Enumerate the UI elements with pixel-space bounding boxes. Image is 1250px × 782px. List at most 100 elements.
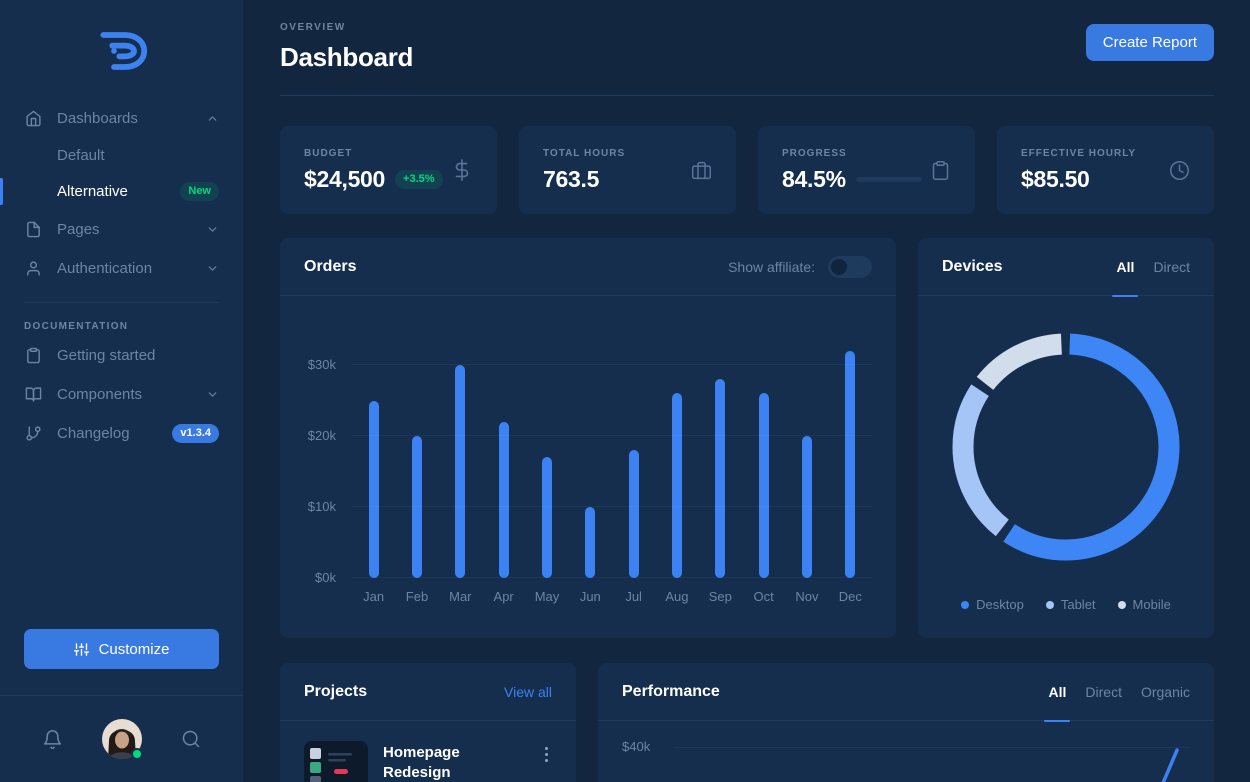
stat-card-total-hours: TOTAL HOURS 763.5 xyxy=(519,126,736,214)
bar[interactable] xyxy=(629,450,639,578)
x-tick-label: Jan xyxy=(352,589,395,604)
devices-legend: Desktop Tablet Mobile xyxy=(918,597,1214,638)
sidebar-item-getting-started[interactable]: Getting started xyxy=(0,336,243,375)
search-icon[interactable] xyxy=(181,729,201,749)
chevron-up-icon xyxy=(206,112,219,125)
briefcase-icon xyxy=(691,160,712,181)
toggle-knob xyxy=(831,259,847,275)
kebab-menu-icon[interactable] xyxy=(541,741,552,768)
x-tick-label: Sep xyxy=(699,589,742,604)
legend-item[interactable]: Mobile xyxy=(1118,597,1171,612)
clipboard-icon xyxy=(24,346,43,365)
performance-line xyxy=(1148,748,1184,782)
view-all-link[interactable]: View all xyxy=(504,684,552,700)
list-item[interactable]: Homepage Redesign xyxy=(280,721,576,782)
legend-item[interactable]: Tablet xyxy=(1046,597,1096,612)
clipboard-icon xyxy=(930,160,951,181)
show-affiliate-label: Show affiliate: xyxy=(728,259,815,275)
performance-tabs: All Direct Organic xyxy=(1049,663,1190,721)
legend-dot-icon xyxy=(1118,601,1126,609)
gridline xyxy=(352,435,872,436)
sidebar-item-authentication[interactable]: Authentication xyxy=(0,249,243,288)
online-status-dot xyxy=(131,748,143,760)
sidebar-item-default[interactable]: Default xyxy=(0,138,243,173)
bar[interactable] xyxy=(499,422,509,578)
clock-icon xyxy=(1169,160,1190,181)
project-title: Homepage Redesign xyxy=(383,741,526,782)
gridline xyxy=(674,747,1190,748)
y-tick-label: $20k xyxy=(290,428,336,443)
x-tick-label: Dec xyxy=(829,589,872,604)
y-tick-label: $0k xyxy=(290,570,336,585)
orders-bar-plot: $0k$10k$20k$30k xyxy=(352,326,872,578)
create-report-button[interactable]: Create Report xyxy=(1086,24,1214,61)
dashkit-logo-icon xyxy=(91,27,153,75)
legend-item[interactable]: Desktop xyxy=(961,597,1024,612)
tab-direct[interactable]: Direct xyxy=(1085,663,1122,721)
main-content: OVERVIEW Dashboard Create Report BUDGET … xyxy=(243,0,1250,782)
chevron-down-icon xyxy=(206,223,219,236)
sidebar-item-changelog[interactable]: Changelog v1.3.4 xyxy=(0,414,243,453)
x-tick-label: Mar xyxy=(439,589,482,604)
y-tick-label: $30k xyxy=(290,357,336,372)
orders-x-axis: JanFebMarAprMayJunJulAugSepOctNovDec xyxy=(352,589,872,604)
sidebar-item-alternative[interactable]: Alternative New xyxy=(0,173,243,210)
sidebar-divider xyxy=(24,302,219,303)
orders-chart: $0k$10k$20k$30k JanFebMarAprMayJunJulAug… xyxy=(280,296,896,638)
legend-label: Tablet xyxy=(1061,597,1096,612)
customize-button[interactable]: Customize xyxy=(24,629,219,669)
performance-chart: $40k xyxy=(622,721,1190,782)
sidebar-item-pages[interactable]: Pages xyxy=(0,210,243,249)
bar[interactable] xyxy=(369,401,379,578)
devices-donut[interactable] xyxy=(950,331,1182,563)
page-title: Dashboard xyxy=(280,42,413,73)
bell-icon[interactable] xyxy=(42,729,63,750)
orders-card: Orders Show affiliate: $0k$10k$20k$30k J… xyxy=(280,238,896,638)
stat-value: 84.5% xyxy=(782,166,846,193)
x-tick-label: Aug xyxy=(655,589,698,604)
tab-direct[interactable]: Direct xyxy=(1153,238,1190,296)
performance-card: Performance All Direct Organic $40k xyxy=(598,663,1214,782)
bar[interactable] xyxy=(542,457,552,578)
x-tick-label: Nov xyxy=(785,589,828,604)
overview-eyebrow: OVERVIEW xyxy=(280,22,413,33)
progress-bar xyxy=(856,177,922,182)
stat-value: $85.50 xyxy=(1021,166,1090,193)
projects-card: Projects View all xyxy=(280,663,576,782)
avatar[interactable] xyxy=(102,719,142,759)
devices-card: Devices All Direct Desktop Tablet Mobile xyxy=(918,238,1214,638)
sidebar-item-dashboards[interactable]: Dashboards xyxy=(0,99,243,138)
user-icon xyxy=(24,259,43,278)
bar[interactable] xyxy=(672,393,682,578)
bar[interactable] xyxy=(455,365,465,578)
stat-value: $24,500 xyxy=(304,166,385,193)
show-affiliate-toggle[interactable] xyxy=(828,256,872,278)
stat-card-budget: BUDGET $24,500 +3.5% xyxy=(280,126,497,214)
header-divider xyxy=(280,95,1214,96)
sidebar-item-components[interactable]: Components xyxy=(0,375,243,414)
y-tick-label: $10k xyxy=(290,499,336,514)
chevron-down-icon xyxy=(206,262,219,275)
gridline xyxy=(352,506,872,507)
devices-tabs: All Direct xyxy=(1117,238,1190,296)
new-badge: New xyxy=(180,182,219,201)
sliders-icon xyxy=(74,642,89,657)
app-logo[interactable] xyxy=(0,0,243,91)
sidebar-item-label: Pages xyxy=(57,221,100,238)
sidebar-item-label: Dashboards xyxy=(57,110,138,127)
tab-organic[interactable]: Organic xyxy=(1141,663,1190,721)
stat-card-progress: PROGRESS 84.5% xyxy=(758,126,975,214)
bar[interactable] xyxy=(845,351,855,578)
tab-all[interactable]: All xyxy=(1049,663,1067,721)
bar[interactable] xyxy=(759,393,769,578)
devices-card-title: Devices xyxy=(942,258,1003,276)
sidebar-item-label: Default xyxy=(57,147,105,164)
sidebar: Dashboards Default Alternative New Pages xyxy=(0,0,243,782)
git-branch-icon xyxy=(24,424,43,443)
stat-card-effective-hourly: EFFECTIVE HOURLY $85.50 xyxy=(997,126,1214,214)
performance-card-title: Performance xyxy=(622,683,720,701)
sidebar-footer xyxy=(0,695,243,782)
bar[interactable] xyxy=(585,507,595,578)
bar[interactable] xyxy=(715,379,725,578)
tab-all[interactable]: All xyxy=(1117,238,1135,296)
